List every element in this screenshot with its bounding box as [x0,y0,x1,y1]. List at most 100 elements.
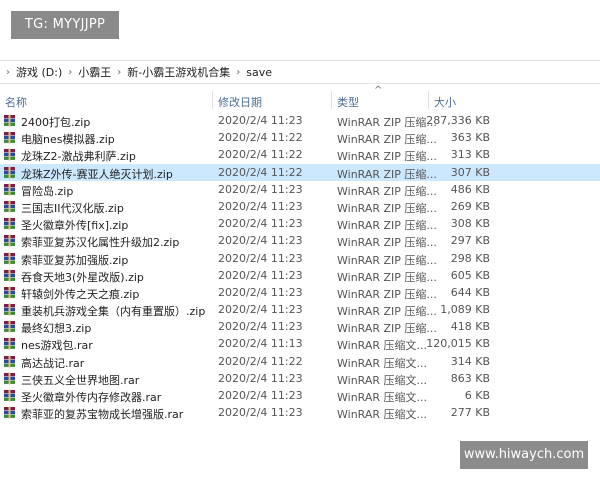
file-date: 2020/2/4 11:22 [218,131,303,145]
column-header-size[interactable]: 大小 [434,94,456,110]
watermark: www.hiwaych.com [460,441,588,469]
file-name: 圣火徽章外传内存修改器.rar [21,391,162,404]
file-name: nes游戏包.rar [21,339,93,353]
file-date: 2020/2/4 11:23 [218,251,303,265]
file-row[interactable]: 索菲亚的复苏宝物成长增强版.rar 2020/2/4 11:23 WinRAR 压缩… [0,404,600,421]
file-name: 索菲亚复苏加强版.zip [21,253,129,267]
file-row[interactable]: 2400打包.zip 2020/2/4 11:23 WinRAR ZIP 压缩...… [0,112,600,129]
file-size: 277 KB [450,406,490,420]
file-size: 298 KB [450,251,490,265]
address-bar[interactable]: › 游戏 (D:) › 小霸王 › 新-小霸王游戏机合集 › save [0,60,600,84]
winrar-archive-icon [4,148,15,161]
file-row[interactable]: 龙珠Z外传-赛亚人绝灭计划.zip 2020/2/4 11:22 WinRAR ZI… [0,163,600,181]
chevron-right-icon: › [6,66,10,78]
file-size: 287,336 KB [426,114,490,127]
file-row[interactable]: 电脑nes模拟器.zip 2020/2/4 11:22 WinRAR ZIP 压缩.… [0,129,600,146]
file-date: 2020/2/4 11:22 [218,148,303,162]
file-type: WinRAR 压缩文... [337,408,428,422]
column-divider[interactable] [212,91,213,109]
winrar-archive-icon [4,269,15,282]
file-date: 2020/2/4 11:23 [218,234,303,248]
file-date: 2020/2/4 11:23 [218,285,303,299]
file-size: 363 KB [450,131,490,145]
chevron-right-icon: › [236,66,241,78]
file-name: 索菲亚的复苏宝物成长增强版.rar [21,408,184,422]
file-row[interactable]: 三侠五义全世界地图.rar 2020/2/4 11:23 WinRAR 压缩文...… [0,370,600,387]
file-name: 高达战记.rar [21,356,85,370]
winrar-archive-icon [4,234,15,247]
file-name: 龙珠Z2-激战弗利萨.zip [21,150,136,164]
file-name: 圣火徽章外传[fix].zip [21,219,129,233]
column-header-type[interactable]: 类型 [337,94,359,110]
breadcrumb-drive[interactable]: 游戏 (D:) [13,64,65,80]
column-divider[interactable] [428,91,429,109]
file-row[interactable]: 重装机兵游戏全集（内有重置版）.zip 2020/2/4 11:23 WinRAR … [0,301,600,318]
file-row[interactable]: 索菲亚复苏加强版.zip 2020/2/4 11:23 WinRAR ZIP 压缩.… [0,250,600,267]
file-row[interactable]: 吞食天地3(外星改版).zip 2020/2/4 11:23 WinRAR ZIP … [0,267,600,284]
file-size: 863 KB [450,371,490,385]
file-name: 吞食天地3(外星改版).zip [21,270,144,284]
chevron-right-icon: › [68,66,73,78]
file-name: 索菲亚复苏汉化属性升级加2.zip [21,236,180,250]
column-header-name[interactable]: 名称 [5,94,27,110]
file-date: 2020/2/4 11:23 [218,114,303,127]
file-list: 2400打包.zip 2020/2/4 11:23 WinRAR ZIP 压缩...… [0,112,600,421]
file-type: WinRAR 压缩文... [337,356,428,370]
column-divider[interactable] [331,91,332,109]
file-type: WinRAR ZIP 压缩... [337,133,437,147]
file-size: 308 KB [450,217,490,231]
file-size: 1,089 KB [440,303,490,317]
file-date: 2020/2/4 11:23 [218,199,303,213]
file-size: 314 KB [450,354,490,368]
winrar-archive-icon [4,166,15,179]
file-size: 120,015 KB [426,337,490,351]
file-type: WinRAR ZIP 压缩... [337,150,437,164]
file-type: WinRAR ZIP 压缩... [337,184,437,198]
file-type: WinRAR 压缩文... [337,373,428,387]
file-name: 龙珠Z外传-赛亚人绝灭计划.zip [21,167,173,181]
breadcrumb-folder-save[interactable]: save [243,66,275,79]
winrar-archive-icon [4,303,15,316]
winrar-archive-icon [4,131,15,144]
file-type: WinRAR ZIP 压缩... [337,270,437,284]
file-row[interactable]: 最终幻想3.zip 2020/2/4 11:23 WinRAR ZIP 压缩... 4… [0,318,600,335]
file-type: WinRAR 压缩文... [337,339,428,353]
file-type: WinRAR ZIP 压缩... [337,167,437,181]
file-date: 2020/2/4 11:22 [218,354,303,368]
breadcrumb-folder-xiaobawang[interactable]: 小霸王 [75,64,114,80]
file-row[interactable]: nes游戏包.rar 2020/2/4 11:13 WinRAR 压缩文... 120… [0,335,600,352]
chevron-right-icon: › [117,66,122,78]
file-type: WinRAR ZIP 压缩... [337,305,437,319]
file-row[interactable]: 三国志II代汉化版.zip 2020/2/4 11:23 WinRAR ZIP 压缩… [0,198,600,215]
file-date: 2020/2/4 11:23 [218,406,303,420]
file-type: WinRAR ZIP 压缩... [337,287,437,301]
file-row[interactable]: 高达战记.rar 2020/2/4 11:22 WinRAR 压缩文... 314 K… [0,353,600,370]
column-header-date[interactable]: 修改日期 [218,94,262,110]
file-name: 电脑nes模拟器.zip [21,133,115,147]
winrar-archive-icon [4,286,15,299]
file-name: 三侠五义全世界地图.rar [21,373,140,387]
file-type: WinRAR ZIP 压缩... [337,201,437,215]
file-date: 2020/2/4 11:13 [218,337,303,351]
winrar-archive-icon [4,200,15,213]
tg-label: TG: MYYJJPP [11,11,119,39]
breadcrumb-folder-collection[interactable]: 新-小霸王游戏机合集 [124,64,233,80]
winrar-archive-icon [4,389,15,402]
file-size: 486 KB [450,182,490,196]
file-row[interactable]: 冒险岛.zip 2020/2/4 11:23 WinRAR ZIP 压缩... 486… [0,181,600,198]
file-name: 重装机兵游戏全集（内有重置版）.zip [21,305,206,319]
file-date: 2020/2/4 11:23 [218,217,303,231]
file-size: 269 KB [450,199,490,213]
file-row[interactable]: 轩辕剑外传之天之痕.zip 2020/2/4 11:23 WinRAR ZIP 压缩… [0,284,600,301]
file-row[interactable]: 索菲亚复苏汉化属性升级加2.zip 2020/2/4 11:23 WinRAR ZI… [0,232,600,249]
file-size: 644 KB [450,285,490,299]
file-row[interactable]: 圣火徽章外传内存修改器.rar 2020/2/4 11:23 WinRAR 压缩文.… [0,387,600,404]
file-row[interactable]: 圣火徽章外传[fix].zip 2020/2/4 11:23 WinRAR ZIP … [0,215,600,232]
file-name: 冒险岛.zip [21,184,74,198]
file-date: 2020/2/4 11:23 [218,389,303,402]
file-date: 2020/2/4 11:23 [218,320,303,334]
file-date: 2020/2/4 11:23 [218,268,303,282]
file-row[interactable]: 龙珠Z2-激战弗利萨.zip 2020/2/4 11:22 WinRAR ZIP 压… [0,146,600,163]
file-date: 2020/2/4 11:23 [218,303,303,317]
file-type: WinRAR ZIP 压缩... [337,219,437,233]
